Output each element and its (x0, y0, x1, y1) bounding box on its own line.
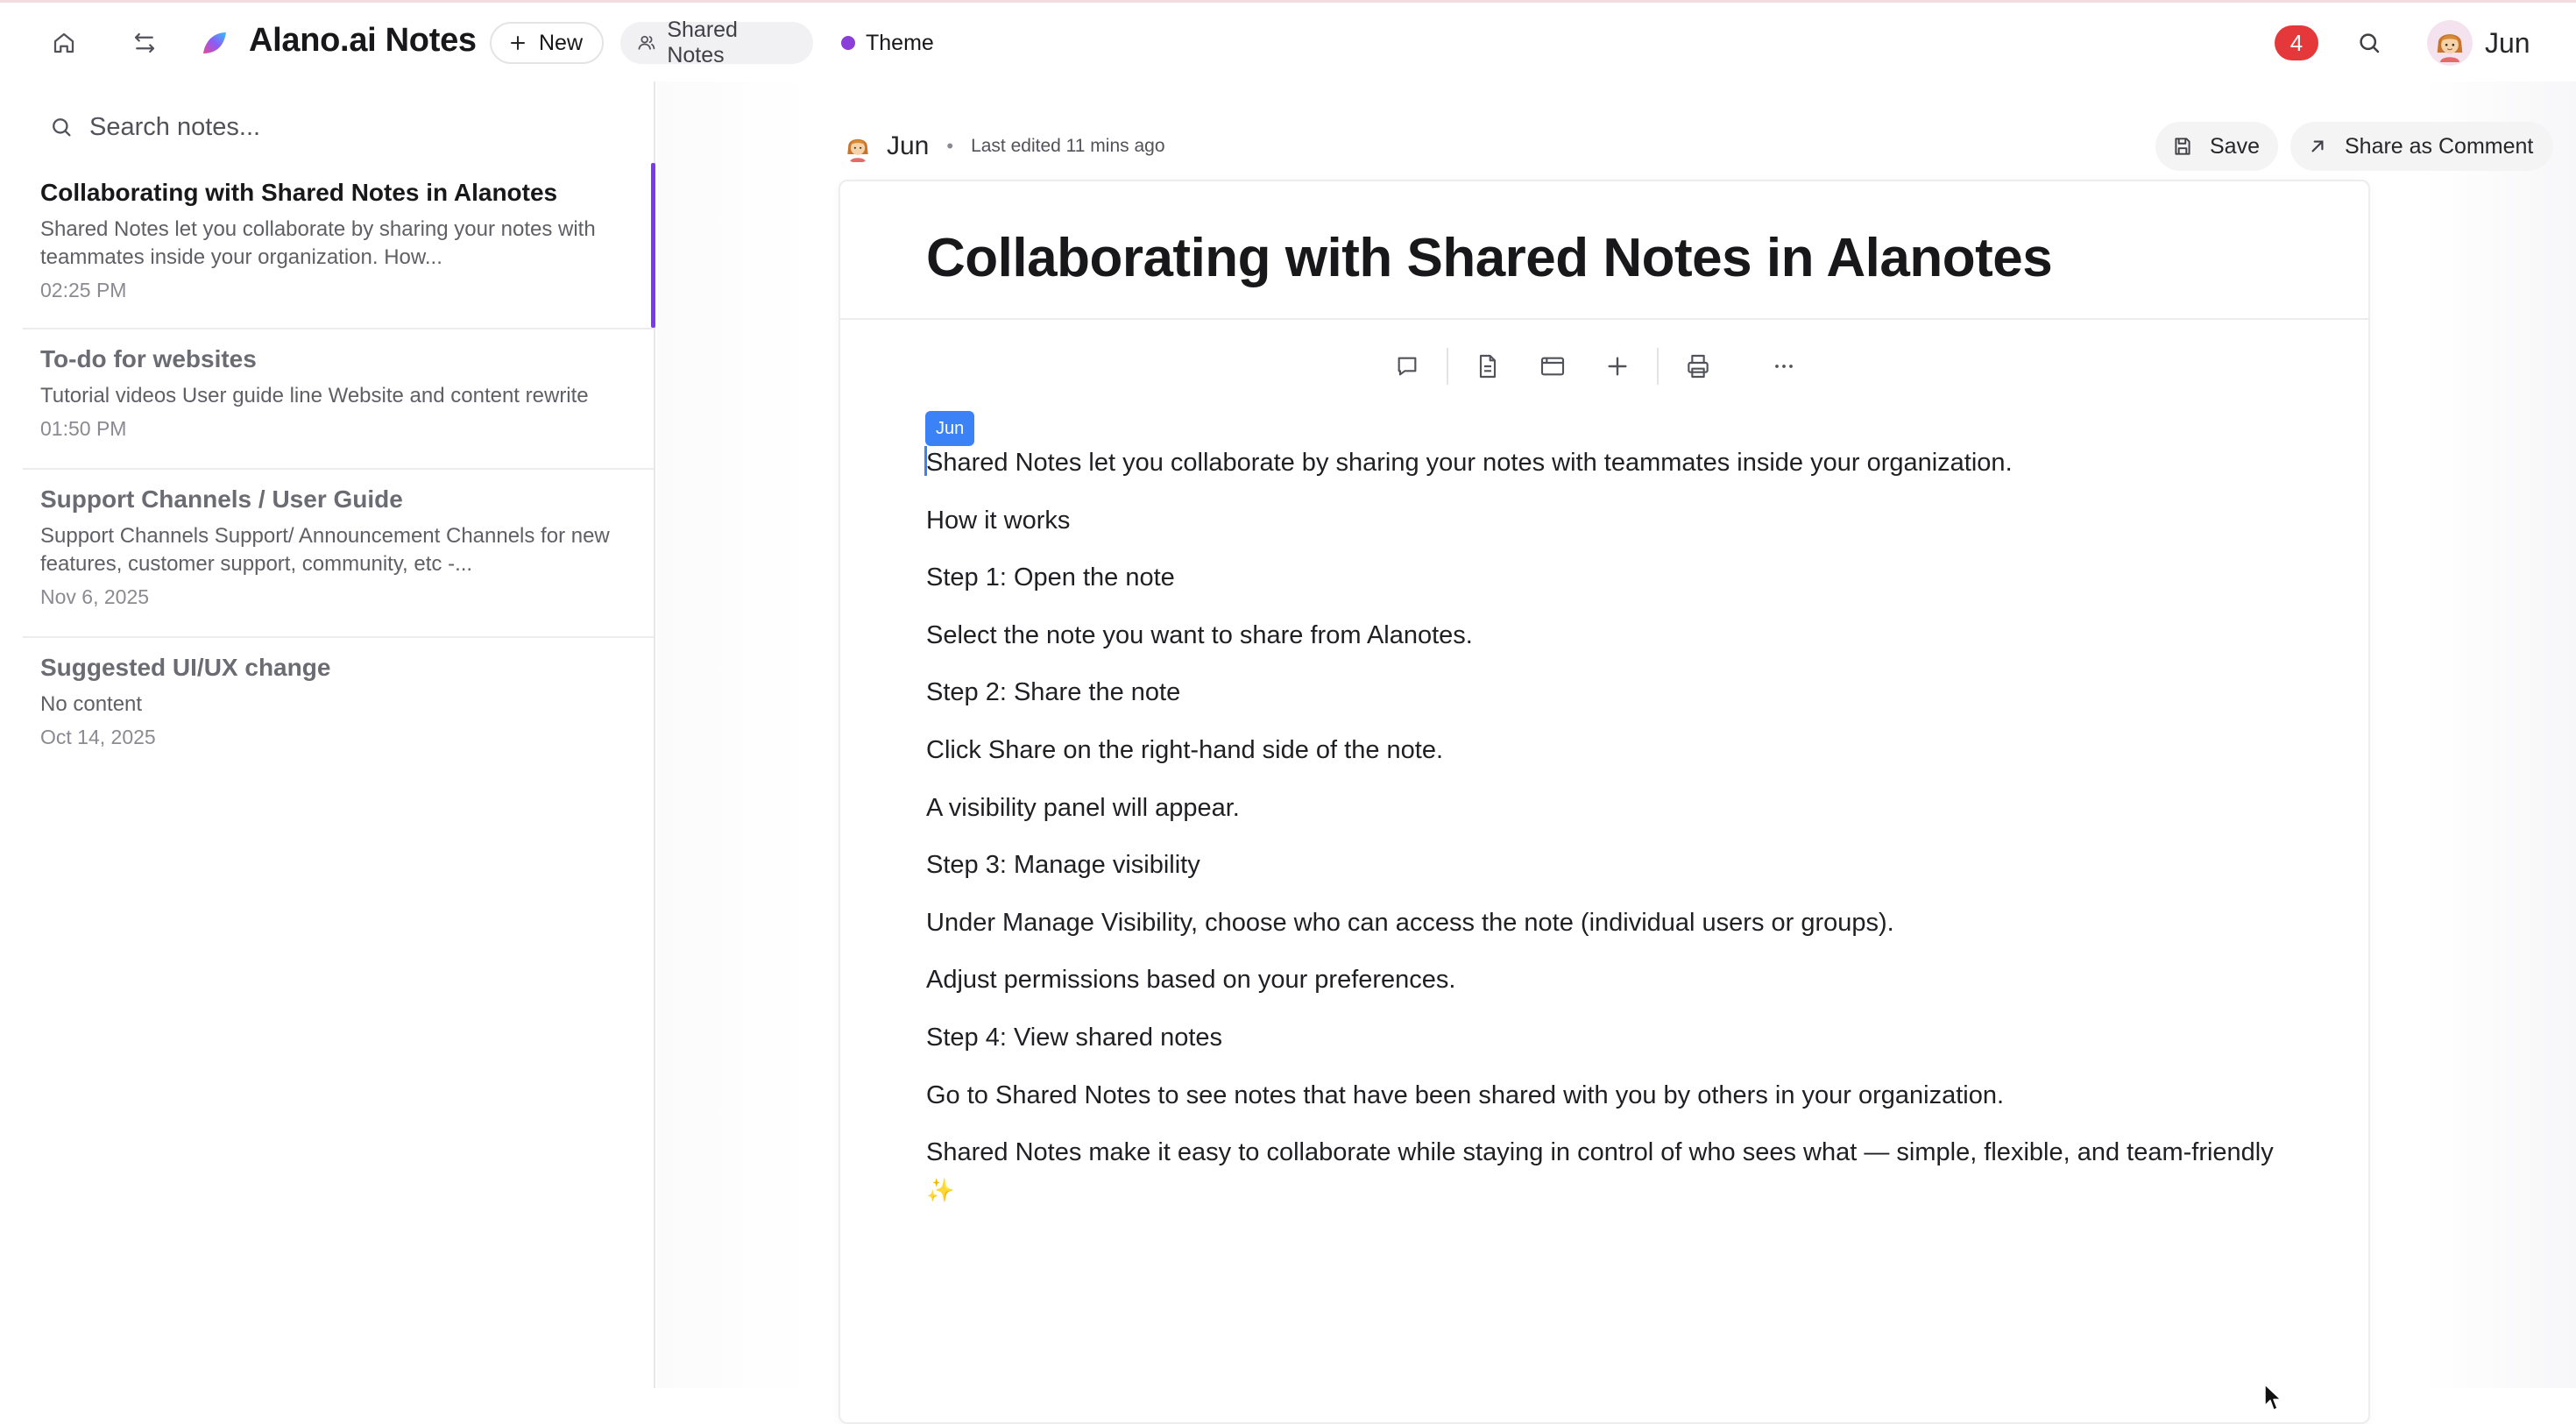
plus-icon[interactable] (1594, 343, 1641, 390)
separator-dot: • (946, 135, 954, 157)
note-list-item[interactable]: Support Channels / User Guide Support Ch… (23, 470, 654, 638)
body-paragraph-closing: Shared Notes make it easy to collaborate… (926, 1134, 2293, 1209)
note-preview: Support Channels Support/ Announcement C… (40, 524, 610, 576)
note-preview: No content (40, 692, 143, 716)
theme-button[interactable]: Theme (829, 22, 952, 64)
users-icon (638, 35, 655, 50)
toolbar-divider (1657, 348, 1659, 385)
body-paragraph: Go to Shared Notes to see notes that hav… (926, 1080, 2005, 1109)
shared-notes-label: Shared Notes (667, 18, 738, 67)
author-name: Jun (887, 131, 930, 160)
note-title: Support Channels / User Guide (40, 485, 403, 513)
toolbar-divider (1447, 348, 1448, 385)
body-paragraph: Select the note you want to share from A… (926, 620, 1473, 649)
note-list-item[interactable]: Collaborating with Shared Notes in Alano… (23, 163, 655, 329)
search-input[interactable] (89, 112, 615, 142)
body-paragraph: How it works (926, 506, 1071, 535)
note-date: Oct 14, 2025 (40, 726, 156, 748)
note-list-item[interactable]: Suggested UI/UX change No content Oct 14… (23, 638, 654, 778)
note-list: Collaborating with Shared Notes in Alano… (23, 163, 655, 778)
document-card: Collaborating with Shared Notes in Alano… (839, 180, 2370, 1424)
brand-logo (203, 32, 226, 53)
arrow-up-right-icon (2311, 140, 2324, 152)
note-title: Collaborating with Shared Notes in Alano… (40, 179, 558, 206)
print-icon[interactable] (1674, 343, 1722, 390)
notification-badge[interactable]: 4 (2275, 25, 2318, 60)
note-date: 02:25 PM (40, 279, 127, 301)
closing-text: Shared Notes make it easy to collaborate… (926, 1138, 2274, 1167)
author-info: Jun • Last edited 11 mins ago (841, 120, 1165, 173)
note-preview: Shared Notes let you collaborate by shar… (40, 217, 596, 269)
save-icon (2175, 138, 2190, 155)
note-date: Nov 6, 2025 (40, 585, 150, 608)
body-paragraph: Under Manage Visibility, choose who can … (926, 908, 1894, 937)
author-avatar (841, 130, 874, 163)
share-as-comment-button[interactable]: Share as Comment (2290, 122, 2553, 171)
body-paragraph: Step 4: View shared notes (926, 1023, 1223, 1052)
body-paragraph: Step 3: Manage visibility (926, 851, 1200, 880)
search-icon (53, 118, 71, 137)
sparkle-icon: ✨ (926, 1177, 955, 1204)
document-body[interactable]: Shared Notes let you collaborate by shar… (926, 444, 2293, 1229)
swap-icon[interactable] (122, 20, 167, 66)
collaborator-presence-tag: Jun (925, 411, 975, 446)
share-as-comment-label: Share as Comment (2345, 133, 2534, 159)
note-title: To-do for websites (40, 345, 257, 372)
body-paragraph: A visibility panel will appear. (926, 793, 1240, 822)
plus-icon (511, 36, 525, 50)
user-menu[interactable]: Jun (2427, 17, 2530, 69)
note-title: Suggested UI/UX change (40, 654, 331, 681)
last-edited-text: Last edited 11 mins ago (971, 136, 1165, 156)
new-note-button[interactable]: New (490, 22, 604, 64)
editor-toolbar (1384, 343, 1808, 390)
body-paragraph: Adjust permissions based on your prefere… (926, 966, 1456, 995)
main-editor-area: Jun • Last edited 11 mins ago Save Share… (657, 81, 2576, 1424)
new-note-label: New (539, 30, 584, 55)
search-icon[interactable] (2346, 20, 2392, 66)
body-paragraph: Step 1: Open the note (926, 563, 1175, 592)
document-icon[interactable] (1464, 343, 1511, 390)
search-bar[interactable] (23, 101, 627, 153)
body-paragraph: Shared Notes let you collaborate by shar… (926, 449, 2013, 477)
theme-label: Theme (866, 30, 934, 55)
window-icon[interactable] (1529, 343, 1576, 390)
body-paragraph: Click Share on the right-hand side of th… (926, 735, 1444, 764)
note-list-item[interactable]: To-do for websites Tutorial videos User … (23, 329, 654, 470)
body-paragraph: Step 2: Share the note (926, 678, 1181, 707)
home-icon[interactable] (41, 20, 87, 66)
title-divider (840, 318, 2368, 320)
comment-icon[interactable] (1384, 343, 1431, 390)
note-preview: Tutorial videos User guide line Website … (40, 384, 589, 407)
avatar (2427, 20, 2473, 66)
document-title[interactable]: Collaborating with Shared Notes in Alano… (926, 227, 2053, 289)
theme-color-dot (841, 36, 855, 50)
shared-notes-button[interactable]: Shared Notes (620, 18, 813, 67)
user-name: Jun (2485, 26, 2530, 59)
save-label: Save (2210, 133, 2260, 159)
app-title: Alano.ai Notes (249, 22, 477, 59)
top-bar: Alano.ai Notes New Shared Notes Theme 4 … (0, 3, 2576, 81)
note-date: 01:50 PM (40, 417, 127, 440)
document-header: Jun • Last edited 11 mins ago Save Share… (841, 120, 2553, 173)
save-button[interactable]: Save (2155, 122, 2278, 171)
more-icon[interactable] (1760, 343, 1808, 390)
sidebar: Collaborating with Shared Notes in Alano… (0, 81, 655, 1388)
mouse-pointer-icon (2264, 1384, 2282, 1411)
